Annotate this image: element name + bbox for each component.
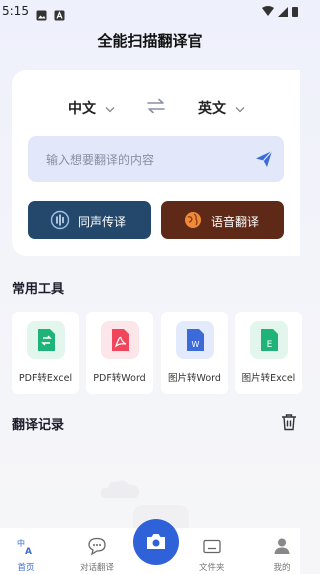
status-bar: 5:15 bbox=[0, 0, 300, 24]
globe-icon bbox=[183, 210, 203, 233]
profile-icon bbox=[272, 538, 292, 559]
app-notification-icon bbox=[54, 6, 65, 21]
signal-icon bbox=[278, 7, 288, 17]
swap-languages-button[interactable] bbox=[146, 98, 166, 118]
pdf-to-excel-icon bbox=[27, 321, 65, 359]
tool-pdf-to-word[interactable]: PDF转Word bbox=[86, 312, 153, 394]
simultaneous-interpretation-label: 同声传译 bbox=[78, 215, 127, 229]
svg-text:中: 中 bbox=[17, 538, 25, 548]
tool-image-to-word[interactable]: W 图片转Word bbox=[161, 312, 228, 394]
swap-icon bbox=[146, 98, 166, 118]
wifi-icon bbox=[262, 6, 274, 16]
translator-card: 中文 英文 输入想要翻译的内容 同声传译 语音翻译 bbox=[12, 70, 300, 256]
camera-scan-button[interactable] bbox=[133, 519, 179, 565]
nav-dialogue-translation[interactable]: 对话翻译 bbox=[80, 536, 114, 573]
translate-input-placeholder: 输入想要翻译的内容 bbox=[46, 153, 155, 167]
nav-label: 对话翻译 bbox=[80, 563, 115, 573]
tools-grid: PDF转Excel PDF转Word W 图片转Word E 图片转Excel bbox=[12, 312, 302, 394]
send-icon[interactable] bbox=[254, 149, 274, 173]
folder-icon bbox=[202, 539, 222, 559]
tool-label: PDF转Word bbox=[93, 373, 146, 384]
nav-label: 文件夹 bbox=[199, 563, 225, 573]
tool-label: 图片转Word bbox=[168, 373, 221, 384]
svg-text:A: A bbox=[25, 547, 32, 556]
chevron-down-icon bbox=[105, 101, 115, 117]
gallery-notification-icon bbox=[36, 6, 47, 21]
nav-folder[interactable]: 文件夹 bbox=[199, 536, 225, 573]
history-section-title: 翻译记录 bbox=[12, 418, 65, 433]
tool-image-to-excel[interactable]: E 图片转Excel bbox=[235, 312, 302, 394]
voice-translation-label: 语音翻译 bbox=[211, 215, 260, 229]
status-time: 5:15 bbox=[2, 4, 29, 18]
empty-state-cloud-icon bbox=[99, 478, 141, 504]
nav-home[interactable]: 中A 首页 bbox=[16, 536, 36, 573]
chat-icon bbox=[87, 537, 107, 559]
image-to-excel-icon: E bbox=[250, 321, 288, 359]
simultaneous-interpretation-button[interactable]: 同声传译 bbox=[28, 201, 151, 239]
soundwave-icon bbox=[50, 210, 70, 233]
source-language-label: 中文 bbox=[68, 101, 96, 117]
tool-label: 图片转Excel bbox=[241, 373, 296, 384]
battery-icon bbox=[292, 7, 298, 17]
tool-label: PDF转Excel bbox=[18, 373, 73, 384]
tool-pdf-to-excel[interactable]: PDF转Excel bbox=[12, 312, 79, 394]
voice-translation-button[interactable]: 语音翻译 bbox=[161, 201, 284, 239]
target-language-label: 英文 bbox=[198, 101, 226, 117]
svg-text:W: W bbox=[192, 340, 200, 349]
nav-label: 我的 bbox=[273, 563, 291, 573]
system-status-icons bbox=[260, 4, 300, 18]
pdf-to-word-icon bbox=[101, 321, 139, 359]
image-to-word-icon: W bbox=[176, 321, 214, 359]
svg-text:E: E bbox=[267, 340, 273, 350]
app-title: 全能扫描翻译官 bbox=[97, 32, 203, 50]
nav-profile[interactable]: 我的 bbox=[272, 536, 292, 573]
translate-input[interactable]: 输入想要翻译的内容 bbox=[28, 136, 284, 182]
tools-section-title: 常用工具 bbox=[12, 282, 65, 297]
translate-icon: 中A bbox=[16, 538, 36, 559]
chevron-down-icon bbox=[235, 101, 245, 117]
nav-label: 首页 bbox=[17, 563, 35, 573]
trash-icon[interactable] bbox=[281, 413, 297, 435]
source-language-selector[interactable]: 中文 bbox=[68, 98, 115, 118]
target-language-selector[interactable]: 英文 bbox=[198, 98, 245, 118]
